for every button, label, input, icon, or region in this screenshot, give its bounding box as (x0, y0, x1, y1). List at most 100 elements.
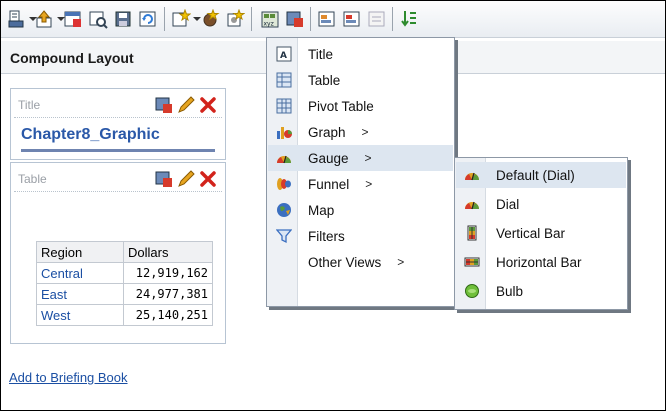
menu-item-label: Pivot Table (308, 98, 374, 114)
menu-item-vertical-bar[interactable]: Vertical Bar (456, 220, 626, 246)
edit-view-icon[interactable] (154, 169, 174, 189)
toolbar-separator (251, 7, 252, 31)
menu-item-table[interactable]: Table (268, 67, 453, 93)
close-icon[interactable] (198, 169, 218, 189)
filters-icon (275, 229, 292, 244)
edit-icon (286, 11, 303, 27)
save-button[interactable] (113, 7, 133, 31)
prompt-icon (203, 9, 220, 27)
toolbar: xyz (1, 1, 665, 38)
menu-item-label: Default (Dial) (496, 167, 575, 183)
gauge-icon (276, 155, 291, 164)
column-header-region[interactable]: Region (36, 241, 124, 263)
table-row: West 25,140,251 (36, 304, 213, 326)
pencil-icon[interactable] (176, 169, 196, 189)
view-tools (154, 95, 218, 115)
vertical-bar-gauge-icon (467, 225, 476, 241)
dial-gauge-icon (464, 172, 479, 181)
map-icon (276, 203, 291, 217)
menu-item-label: Gauge (308, 150, 349, 166)
menu-item-funnel[interactable]: Funnel > (268, 171, 453, 197)
toolbar-separator (164, 7, 165, 31)
menu-item-label: Title (308, 46, 334, 62)
menu-item-label: Bulb (496, 283, 524, 299)
properties-icon (318, 11, 335, 27)
menu-item-other-views[interactable]: Other Views > (268, 249, 453, 275)
horizontal-bar-gauge-icon (464, 257, 479, 267)
menu-item-label: Map (308, 202, 335, 218)
dollars-cell: 25,140,251 (123, 304, 213, 326)
menu-item-label: Dial (496, 196, 520, 212)
menu-item-label: Table (308, 72, 341, 88)
region-cell[interactable]: Central (36, 262, 124, 284)
schedule-button[interactable] (63, 7, 83, 31)
graph-icon (276, 127, 292, 139)
print-icon (8, 10, 24, 28)
toolbar-separator (392, 7, 393, 31)
submenu-arrow-icon: > (397, 255, 405, 269)
table-icon (276, 72, 291, 88)
menu-item-title[interactable]: A Title (268, 41, 453, 67)
menu-item-filters[interactable]: Filters (268, 223, 453, 249)
close-icon[interactable] (198, 95, 218, 115)
table-row: East 24,977,381 (36, 283, 213, 305)
dollars-cell: 12,919,162 (123, 262, 213, 284)
save-icon (115, 11, 131, 27)
menu-item-label: Filters (308, 228, 345, 244)
disabled-button[interactable] (367, 7, 387, 31)
title-icon: A (276, 46, 291, 62)
refresh-icon (139, 11, 156, 27)
view-type-label: Title (18, 98, 41, 112)
menu-item-bulb[interactable]: Bulb (456, 278, 626, 304)
edit-button[interactable] (285, 7, 305, 31)
settings-button[interactable] (225, 7, 245, 31)
title-view[interactable]: Title Chapter8_Graphic (10, 88, 226, 160)
pencil-icon[interactable] (176, 95, 196, 115)
schedule-icon (64, 11, 81, 27)
prompt-button[interactable] (200, 7, 220, 31)
menu-item-pivot-table[interactable]: Pivot Table (268, 93, 453, 119)
properties-button[interactable] (317, 7, 337, 31)
pivot-table-icon (276, 98, 291, 114)
region-cell[interactable]: West (36, 304, 124, 326)
region-cell[interactable]: East (36, 283, 124, 305)
menu-item-horizontal-bar[interactable]: Horizontal Bar (456, 249, 626, 275)
sort-icon (401, 11, 416, 27)
menu-item-default-dial[interactable]: Default (Dial) (456, 162, 626, 188)
dial-gauge-icon (464, 201, 479, 210)
edit-view-icon[interactable] (154, 95, 174, 115)
menu-item-gauge[interactable]: Gauge > (268, 145, 453, 171)
menu-item-label: Vertical Bar (496, 225, 566, 241)
preview-icon (89, 11, 108, 29)
disabled-icon (368, 11, 385, 27)
svg-text:xyz: xyz (264, 21, 274, 28)
menu-item-graph[interactable]: Graph > (268, 119, 453, 145)
sort-button[interactable] (399, 7, 419, 31)
toolbar-separator (310, 7, 311, 31)
new-view-button[interactable] (171, 7, 201, 31)
format-button[interactable] (342, 7, 362, 31)
page-title: Compound Layout (10, 50, 134, 66)
graphic-title: Chapter8_Graphic (21, 126, 160, 143)
menu-item-label: Other Views (308, 254, 382, 270)
preview-button[interactable] (88, 7, 108, 31)
dollars-cell: 24,977,381 (123, 283, 213, 305)
export-button[interactable] (35, 7, 65, 31)
xyz-button[interactable]: xyz (260, 7, 280, 31)
add-to-briefing-book-link[interactable]: Add to Briefing Book (9, 370, 128, 385)
print-button[interactable] (7, 7, 37, 31)
refresh-button[interactable] (138, 7, 158, 31)
table-row: Central 12,919,162 (36, 262, 213, 284)
column-header-dollars[interactable]: Dollars (123, 241, 213, 263)
funnel-icon (276, 178, 291, 190)
menu-item-map[interactable]: Map (268, 197, 453, 223)
view-type-label: Table (18, 172, 47, 186)
menu-item-dial[interactable]: Dial (456, 191, 626, 217)
xyz-icon: xyz (261, 11, 279, 28)
submenu-arrow-icon: > (361, 125, 369, 139)
export-icon (36, 10, 52, 28)
data-table: Region Dollars Central 12,919,162 East 2… (36, 241, 213, 326)
menu-item-label: Horizontal Bar (496, 254, 582, 270)
view-header: Table (14, 166, 222, 192)
menu-item-label: Graph (308, 124, 346, 140)
